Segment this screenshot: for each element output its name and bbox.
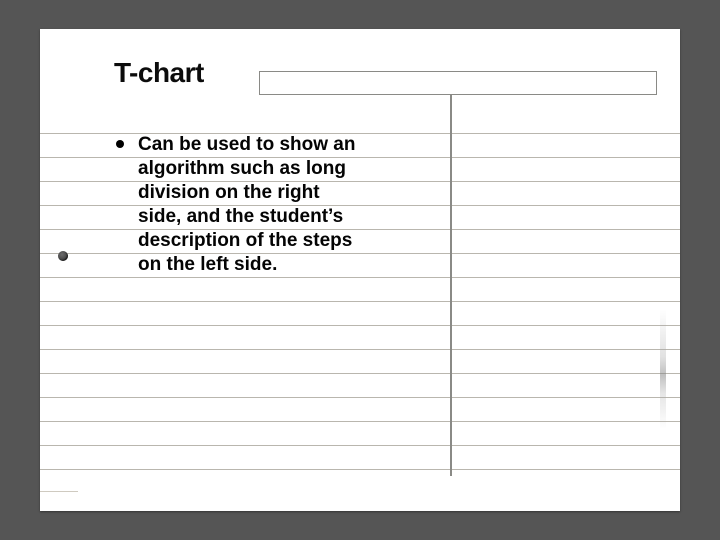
bullet-text: Can be used to show an algorithm such as…	[138, 133, 358, 277]
t-chart-stem	[450, 95, 452, 476]
t-chart-top-bar	[259, 71, 657, 95]
binder-hole-icon	[58, 251, 68, 261]
bullet-icon	[116, 140, 124, 148]
bullet-list: Can be used to show an algorithm such as…	[116, 133, 396, 277]
bullet-item: Can be used to show an algorithm such as…	[116, 133, 396, 277]
margin-line	[40, 491, 78, 492]
projector-glare	[660, 309, 666, 429]
slide-title: T-chart	[114, 57, 204, 89]
slide: T-chart Can be used to show an algorithm…	[40, 29, 680, 511]
